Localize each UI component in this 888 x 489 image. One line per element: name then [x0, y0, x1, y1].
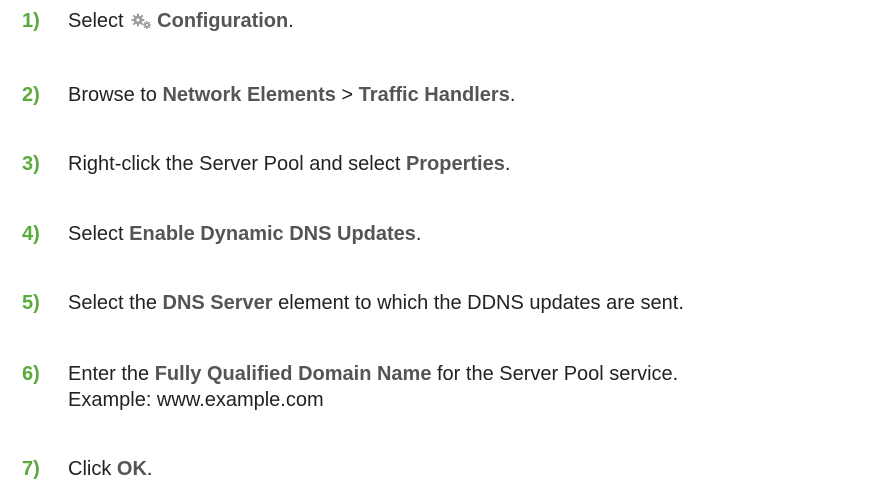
step-number: 4)	[22, 223, 40, 245]
step-text: Select Enable Dynamic DNS Updates.	[68, 223, 422, 245]
step-number: 1)	[22, 10, 40, 32]
step-number: 2)	[22, 84, 40, 106]
step-text: Select Configuration.	[68, 9, 294, 35]
ui-term-dns-server: DNS Server	[162, 292, 273, 314]
step-text: Enter the Fully Qualified Domain Name fo…	[68, 363, 679, 385]
step-text: Select the DNS Server element to which t…	[68, 292, 684, 314]
step-text: Browse to Network Elements > Traffic Han…	[68, 84, 516, 106]
step-text: Click OK.	[68, 458, 153, 480]
step-text: Right-click the Server Pool and select P…	[68, 153, 511, 175]
ui-term-properties: Properties	[405, 153, 505, 175]
menu-path-configuration: Configuration	[157, 10, 289, 32]
step-number: 7)	[22, 458, 40, 480]
ui-term-enable-dynamic-dns: Enable Dynamic DNS Updates	[129, 223, 416, 245]
ui-term-ok: OK	[116, 458, 147, 480]
step-example: Example: www.example.com	[68, 389, 324, 411]
step-number: 6)	[22, 363, 40, 385]
ui-term-fqdn: Fully Qualified Domain Name	[154, 363, 432, 385]
procedure-steps: 1) Select Configuration. 2) Browse to Ne…	[0, 0, 888, 489]
step-number: 3)	[22, 153, 40, 175]
menu-path-traffic-handlers: Traffic Handlers	[358, 84, 510, 106]
step-number: 5)	[22, 292, 40, 314]
gears-icon	[131, 11, 153, 35]
menu-path-network-elements: Network Elements	[162, 84, 336, 106]
